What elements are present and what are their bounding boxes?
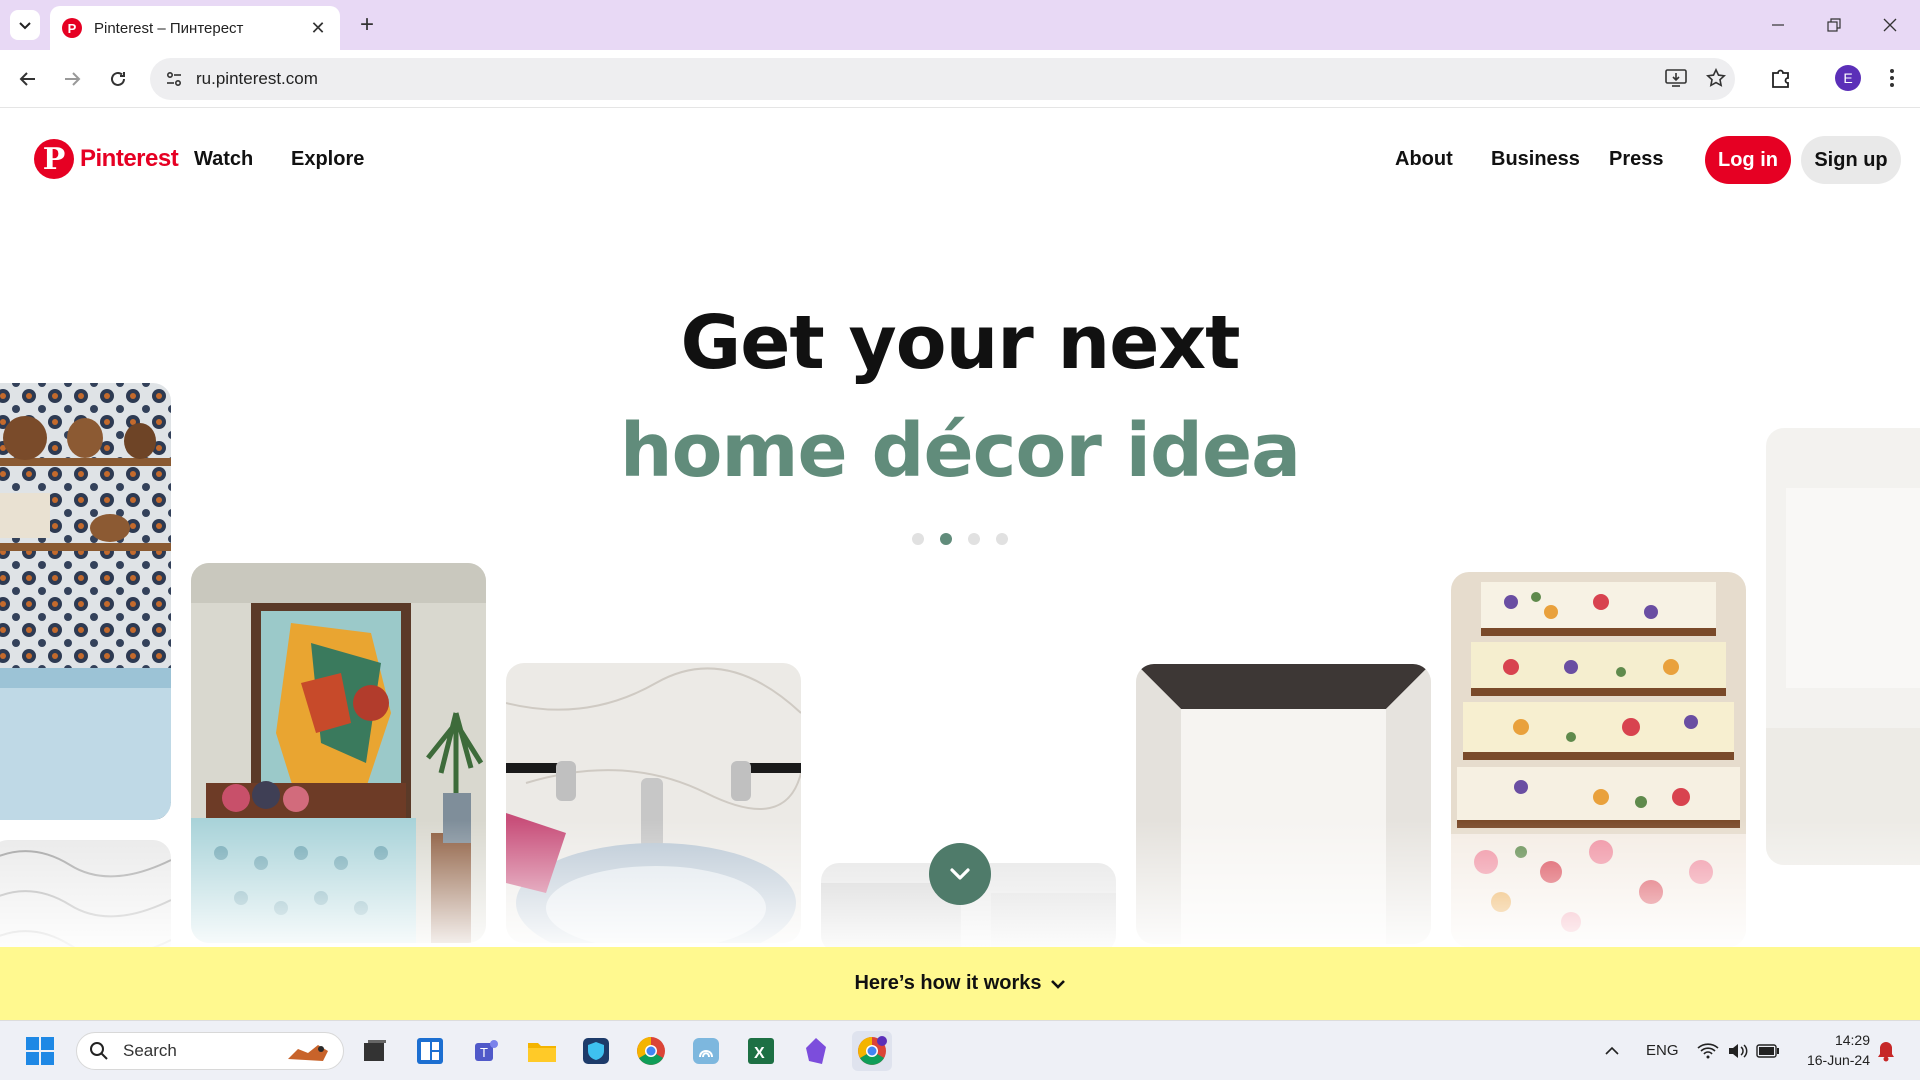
task-view-button[interactable]: [354, 1031, 394, 1071]
file-explorer-button[interactable]: [522, 1031, 562, 1071]
restore-icon: [1827, 18, 1841, 32]
pinterest-favicon: P: [62, 18, 82, 38]
minimize-icon: [1772, 24, 1784, 26]
vpn-app-button[interactable]: [576, 1031, 616, 1071]
how-it-works-label: Here’s how it works: [854, 972, 1042, 994]
reload-icon: [111, 71, 125, 86]
tab-close-icon[interactable]: ✕: [308, 18, 328, 39]
url-text: ru.pinterest.com: [196, 69, 318, 88]
chrome-icon: [858, 1036, 887, 1065]
show-hidden-icons-button[interactable]: [1592, 1031, 1632, 1071]
login-button[interactable]: Log in: [1705, 136, 1791, 184]
pinterest-logo[interactable]: P Pinterest: [34, 139, 179, 179]
obsidian-icon: [806, 1038, 826, 1064]
new-tab-button[interactable]: +: [352, 10, 382, 40]
search-placeholder: Search: [123, 1041, 177, 1060]
taskbar-search[interactable]: Search: [76, 1032, 344, 1070]
fingerprint-icon: [693, 1038, 719, 1064]
reload-button[interactable]: [102, 63, 134, 95]
carousel-dot-active[interactable]: [940, 533, 952, 545]
notifications-button[interactable]: [1866, 1031, 1906, 1071]
battery-icon: [1756, 1044, 1779, 1058]
bell-icon: [1878, 1042, 1894, 1062]
chrome-button[interactable]: [631, 1031, 671, 1071]
pin-image-tiled-kitchen[interactable]: [0, 383, 171, 820]
install-app-button[interactable]: [1660, 62, 1692, 94]
language-indicator[interactable]: ENG: [1646, 1042, 1679, 1059]
pin-image-snowy-room[interactable]: [1766, 428, 1920, 865]
chevron-down-icon: [1050, 979, 1065, 989]
carousel-dot[interactable]: [968, 533, 980, 545]
widgets-icon: [417, 1038, 443, 1064]
tab-title: Pinterest – Пинтерест: [94, 19, 244, 37]
files-app-button[interactable]: [686, 1031, 726, 1071]
browser-menu-button[interactable]: [1876, 62, 1908, 94]
nav-business[interactable]: Business: [1491, 148, 1580, 171]
speaker-icon: [1729, 1044, 1748, 1058]
clock-time: 14:29: [1834, 1032, 1870, 1048]
back-button[interactable]: [12, 63, 44, 95]
teams-icon: T: [475, 1040, 498, 1061]
chevron-up-icon: [1605, 1046, 1619, 1055]
system-clock[interactable]: 14:29 16-Jun-24: [1790, 1030, 1870, 1070]
forward-button[interactable]: [56, 63, 88, 95]
bookmark-button[interactable]: [1700, 62, 1732, 94]
nav-about[interactable]: About: [1395, 148, 1453, 171]
arrow-left-icon: [19, 72, 35, 86]
battery-status[interactable]: [1748, 1031, 1788, 1071]
site-info-icon[interactable]: [164, 69, 184, 89]
nav-explore[interactable]: Explore: [291, 148, 364, 171]
fox-illustration-icon: [288, 1045, 328, 1061]
windows-logo-icon: [26, 1037, 54, 1065]
hero-subheading: home décor idea: [619, 408, 1301, 494]
arrow-right-icon: [65, 72, 81, 86]
chevron-down-icon: [950, 868, 970, 880]
carousel-dot[interactable]: [912, 533, 924, 545]
pinterest-wordmark: Pinterest: [80, 145, 179, 172]
chevron-down-icon: [19, 22, 31, 30]
browser-tab-pinterest[interactable]: P Pinterest – Пинтерест ✕: [50, 6, 340, 50]
excel-button[interactable]: X: [741, 1031, 781, 1071]
wifi-icon: [1697, 1043, 1719, 1059]
star-icon: [1706, 68, 1726, 87]
search-icon: [90, 1042, 108, 1060]
extensions-button[interactable]: [1765, 62, 1797, 94]
svg-text:X: X: [754, 1045, 765, 1062]
address-bar[interactable]: ru.pinterest.com: [150, 58, 1735, 100]
carousel-dot[interactable]: [996, 533, 1008, 545]
pinterest-logo-icon: P: [34, 139, 74, 179]
svg-text:T: T: [480, 1045, 488, 1060]
windows-taskbar: Search T X ENG: [0, 1020, 1920, 1080]
close-window-button[interactable]: [1862, 0, 1918, 50]
close-icon: [1883, 18, 1897, 32]
chrome-icon: [637, 1037, 665, 1065]
browser-toolbar: ru.pinterest.com: [0, 50, 1920, 108]
kebab-menu-icon: [1890, 69, 1894, 87]
windows-start-button[interactable]: [20, 1031, 60, 1071]
nav-press[interactable]: Press: [1609, 148, 1664, 171]
shield-icon: [583, 1038, 609, 1064]
clock-date: 16-Jun-24: [1806, 1052, 1870, 1068]
tab-search-button[interactable]: [10, 10, 40, 40]
task-view-icon: [364, 1040, 386, 1061]
minimize-button[interactable]: [1750, 0, 1806, 50]
excel-icon: X: [748, 1038, 774, 1064]
scroll-down-button[interactable]: [929, 843, 991, 905]
restore-button[interactable]: [1806, 0, 1862, 50]
profile-avatar[interactable]: E: [1835, 65, 1861, 91]
puzzle-icon: [1772, 69, 1789, 88]
hero-heading: Get your next: [680, 300, 1240, 386]
teams-button[interactable]: T: [466, 1031, 506, 1071]
chrome-profile-button[interactable]: [852, 1031, 892, 1071]
carousel-dots: [912, 533, 1008, 545]
install-icon: [1665, 69, 1687, 87]
nav-watch[interactable]: Watch: [194, 148, 253, 171]
tab-strip: P Pinterest – Пинтерест ✕ +: [0, 0, 1920, 50]
signup-button[interactable]: Sign up: [1801, 136, 1901, 184]
how-it-works-banner[interactable]: Here’s how it works: [0, 947, 1920, 1020]
folder-icon: [528, 1043, 556, 1062]
widgets-button[interactable]: [410, 1031, 450, 1071]
obsidian-button[interactable]: [796, 1031, 836, 1071]
